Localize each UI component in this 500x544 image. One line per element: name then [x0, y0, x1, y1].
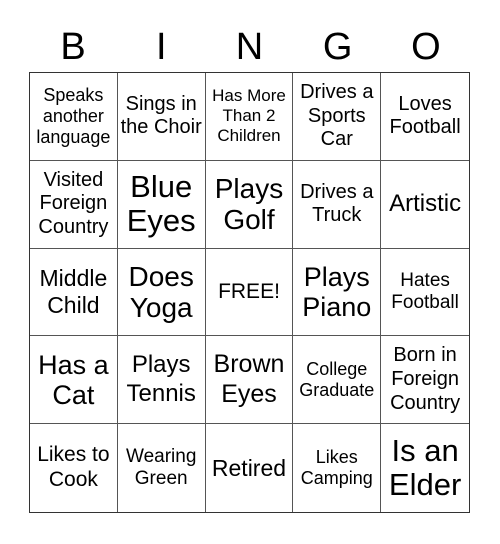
bingo-cell[interactable]: Has More Than 2 Children: [205, 73, 294, 161]
header-letter-i: I: [156, 26, 167, 68]
bingo-cell[interactable]: Plays Piano: [293, 248, 382, 337]
bingo-cell[interactable]: Wearing Green: [118, 424, 206, 512]
bingo-cell[interactable]: Drives a Truck: [293, 160, 382, 249]
bingo-cell[interactable]: Born in Foreign Country: [381, 336, 469, 425]
bingo-cell[interactable]: Is an Elder: [381, 424, 469, 512]
bingo-cell[interactable]: College Graduate: [293, 336, 382, 425]
bingo-cell[interactable]: Brown Eyes: [205, 336, 294, 425]
header-letter-b: B: [60, 26, 86, 68]
bingo-cell[interactable]: Has a Cat: [30, 336, 118, 425]
bingo-cell[interactable]: Likes Camping: [293, 424, 382, 512]
bingo-cell[interactable]: Plays Golf: [205, 160, 294, 249]
bingo-cell[interactable]: Visited Foreign Country: [30, 160, 118, 249]
bingo-cell[interactable]: Blue Eyes: [117, 160, 206, 249]
bingo-cell[interactable]: Drives a Sports Car: [293, 73, 382, 161]
bingo-cell[interactable]: Middle Child: [30, 248, 118, 337]
bingo-cell[interactable]: Speaks another language: [30, 73, 118, 161]
bingo-cell[interactable]: Does Yoga: [117, 248, 206, 337]
bingo-header: B I N G O: [29, 22, 470, 72]
bingo-cell[interactable]: Likes to Cook: [30, 424, 118, 512]
free-space-cell[interactable]: FREE!: [205, 248, 294, 337]
bingo-cell[interactable]: Loves Football: [381, 73, 469, 161]
bingo-grid: Speaks another language Sings in the Cho…: [29, 72, 470, 513]
header-letter-n: N: [235, 26, 264, 68]
bingo-cell[interactable]: Hates Football: [381, 249, 469, 337]
bingo-cell[interactable]: Artistic: [381, 161, 469, 249]
bingo-cell[interactable]: Sings in the Choir: [117, 73, 206, 161]
bingo-cell[interactable]: Retired: [206, 424, 294, 512]
header-letter-g: G: [322, 26, 353, 68]
header-letter-o: O: [411, 26, 441, 68]
bingo-cell[interactable]: Plays Tennis: [117, 336, 206, 425]
